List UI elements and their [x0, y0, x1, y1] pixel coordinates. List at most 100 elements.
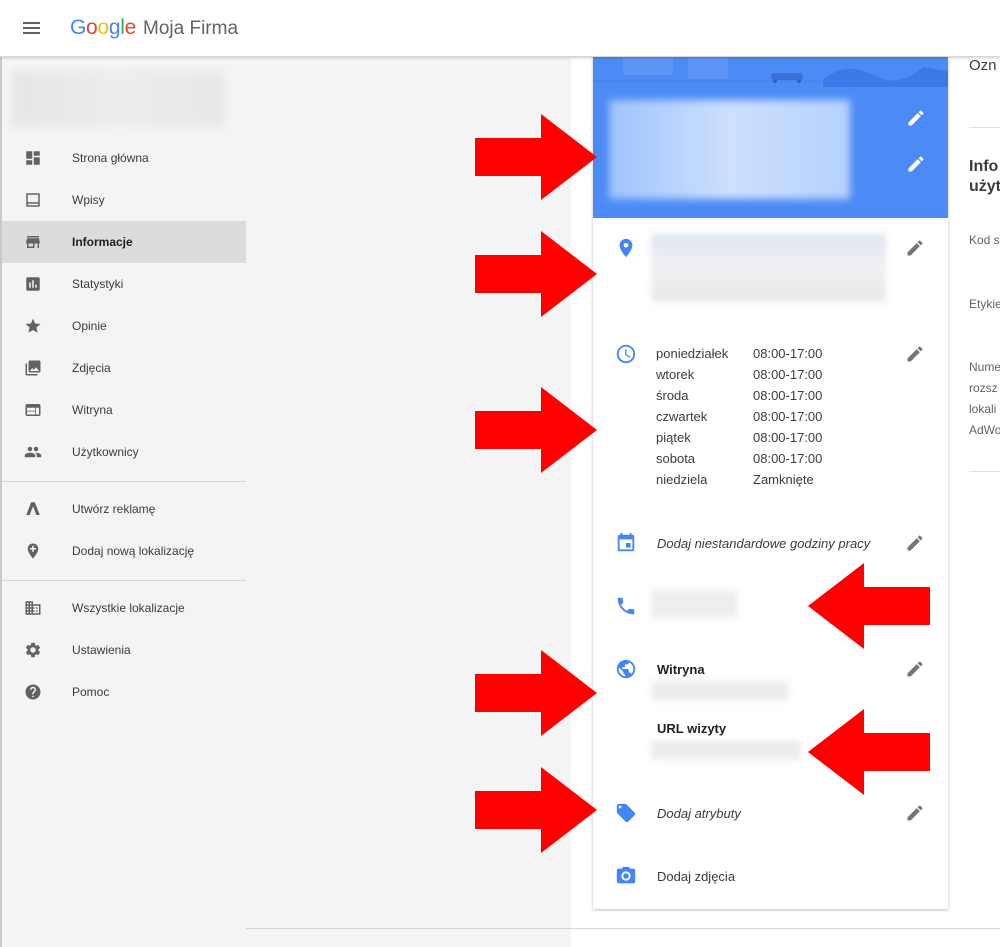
day-label: wtorek: [656, 367, 695, 382]
sidebar-item-settings[interactable]: Ustawienia: [2, 629, 246, 671]
red-arrow-left-icon: [808, 709, 930, 795]
phone-icon: [617, 597, 635, 615]
add-special-hours-link[interactable]: Dodaj niestandardowe godziny pracy: [657, 536, 870, 551]
location-pin-icon: [619, 238, 633, 258]
sidebar-item-info[interactable]: Informacje: [2, 221, 246, 263]
right-panel: Ozn Info użyt Kod s Etykie Nume rozsz lo…: [956, 57, 1000, 947]
hours-row: poniedziałek 08:00-17:00: [656, 343, 896, 364]
day-label: niedziela: [656, 472, 708, 487]
logo-letter: o: [97, 16, 109, 39]
sidebar-item-label: Opinie: [72, 319, 107, 333]
edit-address-pencil-icon[interactable]: [905, 238, 925, 258]
google-logo[interactable]: Google: [70, 16, 136, 40]
day-label: poniedziałek: [656, 346, 729, 361]
sidebar-item-photos[interactable]: Zdjęcia: [2, 347, 246, 389]
clock-icon: [616, 344, 636, 364]
star-icon: [25, 318, 41, 333]
day-label: czwartek: [656, 409, 708, 424]
website-label: Witryna: [657, 662, 705, 677]
add-attributes-link[interactable]: Dodaj atrybuty: [657, 806, 741, 821]
bar-chart-icon: [26, 277, 40, 291]
right-heading-1: Ozn: [969, 57, 997, 74]
top-app-bar: Google Moja Firma: [0, 0, 1000, 57]
posts-icon: [26, 193, 40, 207]
adwords-icon: [26, 502, 40, 515]
phone-number-redacted: [651, 590, 737, 618]
time-value: 08:00-17:00: [753, 367, 823, 382]
sidebar-item-posts[interactable]: Wpisy: [2, 179, 246, 221]
calendar-icon: [617, 532, 635, 552]
right-para-line: Nume: [969, 360, 1000, 374]
sidebar-item-create-ad[interactable]: Utwórz reklamę: [2, 488, 246, 530]
time-value: 08:00-17:00: [753, 430, 823, 445]
time-value: 08:00-17:00: [753, 409, 823, 424]
logo-letter: g: [108, 16, 121, 39]
right-divider: [969, 471, 1000, 472]
sidebar-item-label: Utwórz reklamę: [72, 502, 156, 516]
sidebar-item-website[interactable]: Witryna: [2, 389, 246, 431]
hours-row: czwartek 08:00-17:00: [656, 406, 896, 427]
right-divider: [969, 127, 1000, 128]
edit-website-pencil-icon[interactable]: [905, 659, 925, 679]
red-arrow-right-icon: [475, 114, 597, 200]
website-icon: [25, 404, 41, 416]
people-icon: [24, 446, 42, 458]
photos-icon: [25, 360, 41, 376]
storefront-icon: [26, 236, 40, 248]
right-field-2: Etykie: [969, 297, 1000, 311]
add-location-icon: [27, 543, 39, 559]
hours-row: środa 08:00-17:00: [656, 385, 896, 406]
appointment-url-redacted: [651, 740, 801, 760]
sidebar-item-label: Strona główna: [72, 151, 149, 165]
business-name-redacted: [12, 71, 224, 127]
right-para-line: AdWo: [969, 423, 1000, 437]
time-value: 08:00-17:00: [753, 388, 823, 403]
sidebar-item-help[interactable]: Pomoc: [2, 671, 246, 713]
time-value: 08:00-17:00: [753, 346, 823, 361]
hours-row: niedziela Zamknięte: [656, 469, 896, 490]
add-photos-link[interactable]: Dodaj zdjęcia: [657, 869, 735, 884]
sidebar-item-reviews[interactable]: Opinie: [2, 305, 246, 347]
logo-letter: e: [124, 16, 137, 39]
buildings-icon: [25, 601, 41, 615]
right-field-1: Kod s: [969, 233, 1000, 247]
sidebar-item-label: Pomoc: [72, 685, 110, 699]
hours-row: wtorek 08:00-17:00: [656, 364, 896, 385]
footer-divider: [246, 928, 1000, 929]
logo-letter: G: [70, 16, 87, 39]
time-value: Zamknięte: [753, 472, 814, 487]
gear-icon: [25, 642, 41, 658]
sidebar-divider: [2, 481, 246, 482]
right-para-line: lokali: [969, 402, 997, 416]
sidebar-item-label: Zdjęcia: [72, 361, 111, 375]
product-name[interactable]: Moja Firma: [143, 18, 238, 40]
sidebar-item-home[interactable]: Strona główna: [2, 137, 246, 179]
card-header: [593, 57, 948, 218]
address-redacted: [651, 234, 886, 302]
hamburger-menu-icon[interactable]: [22, 19, 42, 37]
sidebar-item-label: Statystyki: [72, 277, 124, 291]
edit-special-hours-pencil-icon[interactable]: [905, 533, 925, 553]
edit-name-pencil-icon[interactable]: [906, 108, 926, 128]
edit-category-pencil-icon[interactable]: [906, 154, 926, 174]
opening-hours-list: poniedziałek 08:00-17:00 wtorek 08:00-17:0…: [656, 343, 896, 490]
red-arrow-right-icon: [475, 387, 597, 473]
website-url-redacted: [651, 681, 789, 701]
red-arrow-right-icon: [475, 650, 597, 736]
camera-icon: [616, 866, 636, 884]
edit-attributes-pencil-icon[interactable]: [905, 803, 925, 823]
sidebar-item-add-location[interactable]: Dodaj nową lokalizację: [2, 530, 246, 572]
sidebar-item-all-locations[interactable]: Wszystkie lokalizacje: [2, 587, 246, 629]
red-arrow-right-icon: [475, 231, 597, 317]
edit-hours-pencil-icon[interactable]: [905, 344, 925, 364]
day-label: środa: [656, 388, 689, 403]
sidebar-item-users[interactable]: Użytkownicy: [2, 431, 246, 473]
sidebar-item-insights[interactable]: Statystyki: [2, 263, 246, 305]
sidebar: Strona główna Wpisy Informacje Statystyk…: [0, 57, 246, 947]
globe-icon: [616, 659, 636, 679]
header-illustration: [593, 57, 948, 87]
sidebar-item-label: Witryna: [72, 403, 113, 417]
sidebar-item-label: Ustawienia: [72, 643, 131, 657]
right-heading-2-line1: Info: [969, 158, 999, 175]
business-name-redacted: [609, 100, 850, 199]
